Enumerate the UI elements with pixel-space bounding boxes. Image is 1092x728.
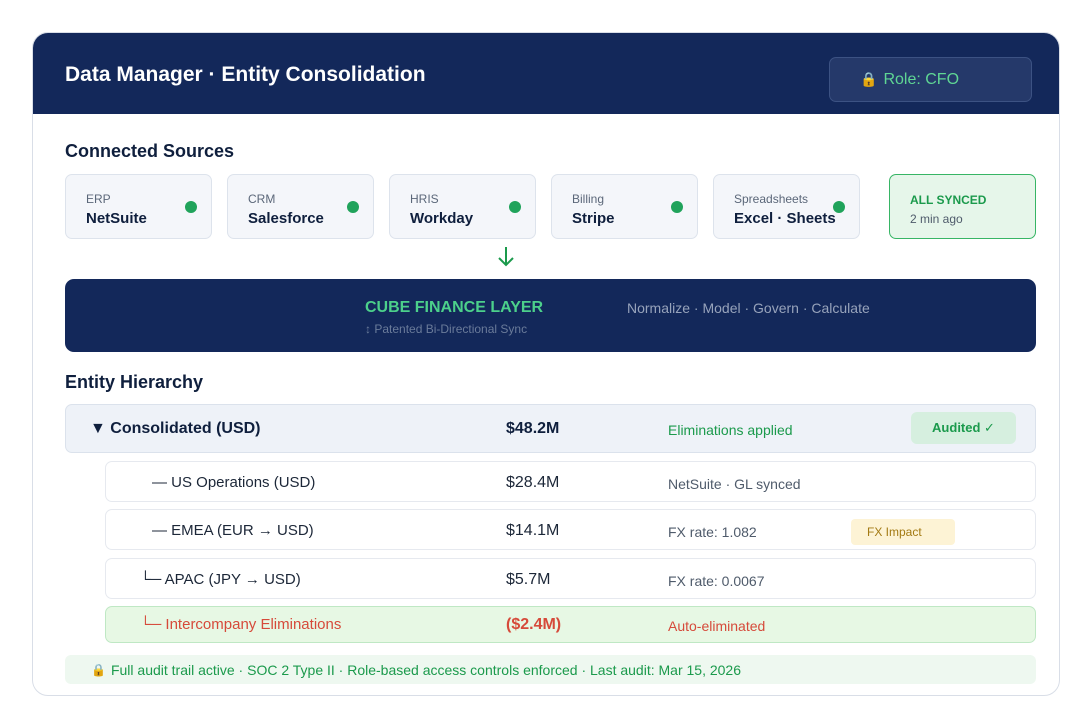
entity-value: ($2.4M)	[506, 616, 562, 633]
consolidated-row[interactable]: ▼ Consolidated (USD) $48.2M Eliminations…	[65, 404, 1036, 453]
app-header: Data Manager · Entity Consolidation 🔒 Ro…	[33, 33, 1059, 114]
source-card-crm[interactable]: CRM Salesforce	[227, 174, 374, 239]
arrow-down-icon	[498, 247, 514, 267]
lock-icon: 🔒	[91, 662, 106, 677]
entity-hierarchy-title: Entity Hierarchy	[65, 372, 204, 392]
cube-finance-layer: CUBE FINANCE LAYER ↕ Patented Bi-Directi…	[65, 279, 1036, 352]
cube-title: CUBE FINANCE LAYER	[365, 299, 544, 316]
source-name: NetSuite	[86, 210, 147, 227]
source-card-spreadsheets[interactable]: Spreadsheets Excel · Sheets	[713, 174, 860, 239]
entity-name: — US Operations (USD)	[152, 474, 316, 491]
status-dot	[509, 201, 521, 213]
source-category: Billing	[572, 192, 605, 206]
source-card-billing[interactable]: Billing Stripe	[551, 174, 698, 239]
fx-impact-badge: FX Impact	[851, 519, 955, 545]
audited-badge: Audited ✓	[911, 412, 1016, 444]
audit-text: Full audit trail active · SOC 2 Type II …	[110, 661, 741, 678]
entity-row-us[interactable]: — US Operations (USD) $28.4M NetSuite · …	[105, 461, 1036, 502]
sync-status-label: ALL SYNCED	[910, 193, 987, 207]
cube-tagline: Normalize · Model · Govern · Calculate	[627, 300, 870, 316]
consolidation-panel: Data Manager · Entity Consolidation 🔒 Ro…	[32, 32, 1060, 696]
sync-status-card: ALL SYNCED 2 min ago	[889, 174, 1036, 239]
lock-icon: 🔒	[860, 71, 878, 87]
role-label: Role: CFO	[883, 70, 960, 88]
entity-value: $48.2M	[506, 420, 560, 437]
source-category: Spreadsheets	[734, 192, 809, 206]
status-dot	[185, 201, 197, 213]
entity-note: FX rate: 1.082	[668, 524, 757, 540]
sync-time: 2 min ago	[910, 212, 963, 226]
entity-name: └─ Intercompany Eliminations	[140, 616, 342, 633]
intercompany-eliminations-row[interactable]: └─ Intercompany Eliminations ($2.4M) Aut…	[105, 606, 1036, 643]
status-dot	[833, 201, 845, 213]
source-category: HRIS	[410, 192, 439, 206]
source-category: CRM	[248, 192, 276, 206]
entity-value: $14.1M	[506, 522, 560, 539]
entity-row-emea[interactable]: — EMEA (EUR → USD) $14.1M FX rate: 1.082…	[105, 509, 1036, 550]
entity-note: Eliminations applied	[668, 422, 793, 438]
entity-note: Auto-eliminated	[668, 618, 766, 634]
source-name: Workday	[410, 210, 474, 227]
source-category: ERP	[86, 192, 111, 206]
entity-name: ▼ Consolidated (USD)	[90, 420, 261, 437]
connected-sources-title: Connected Sources	[65, 141, 235, 161]
source-card-erp[interactable]: ERP NetSuite	[65, 174, 212, 239]
entity-note: NetSuite · GL synced	[668, 476, 801, 492]
page-title: Data Manager · Entity Consolidation	[65, 63, 426, 86]
source-name: Stripe	[572, 210, 615, 227]
cube-subtitle: ↕ Patented Bi-Directional Sync	[365, 322, 528, 336]
entity-row-apac[interactable]: └─ APAC (JPY → USD) $5.7M FX rate: 0.006…	[105, 558, 1036, 599]
source-card-hris[interactable]: HRIS Workday	[389, 174, 536, 239]
role-selector[interactable]: 🔒 Role: CFO	[829, 57, 1032, 102]
source-name: Excel · Sheets	[734, 210, 836, 227]
entity-note: FX rate: 0.0067	[668, 573, 765, 589]
audit-trail-bar: 🔒 Full audit trail active · SOC 2 Type I…	[65, 655, 1036, 684]
entity-name: └─ APAC (JPY → USD)	[140, 571, 301, 588]
entity-value: $28.4M	[506, 474, 560, 491]
status-dot	[347, 201, 359, 213]
source-name: Salesforce	[248, 210, 324, 227]
entity-name: — EMEA (EUR → USD)	[152, 522, 314, 539]
entity-value: $5.7M	[506, 571, 551, 588]
status-dot	[671, 201, 683, 213]
